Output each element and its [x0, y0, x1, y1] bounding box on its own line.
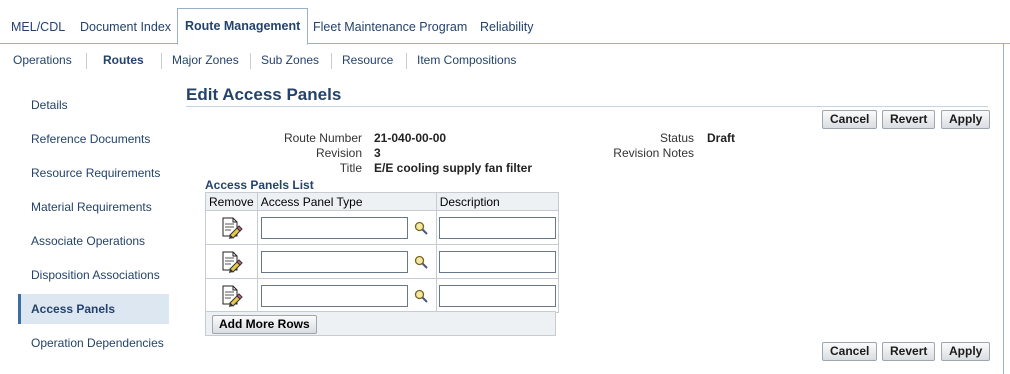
subtab-operations[interactable]: Operations	[13, 53, 72, 67]
tab-reliability[interactable]: Reliability	[474, 10, 540, 44]
subtab-resource[interactable]: Resource	[342, 53, 393, 67]
apply-button-bottom[interactable]: Apply	[941, 342, 991, 361]
access-panels-table: Remove Access Panel Type Description	[205, 192, 559, 313]
top-tab-bar: MEL/CDL Document Index Route Management …	[0, 0, 1010, 45]
app-frame: MEL/CDL Document Index Route Management …	[0, 0, 1010, 374]
subtab-separator	[86, 53, 87, 69]
table-row	[205, 244, 559, 279]
subtab-separator	[331, 53, 332, 69]
status-value: Draft	[707, 131, 736, 145]
subtab-routes[interactable]: Routes	[103, 53, 144, 67]
subtab-item-compositions[interactable]: Item Compositions	[417, 53, 516, 67]
sidenav-item-access-panels[interactable]: Access Panels	[18, 294, 169, 324]
search-lens-icon[interactable]	[414, 289, 428, 304]
access-panel-type-input[interactable]	[260, 216, 408, 239]
revision-notes-label: Revision Notes	[613, 146, 694, 160]
sidenav-item-operation-dependencies[interactable]: Operation Dependencies	[18, 328, 169, 358]
route-number-label: Route Number	[283, 131, 362, 145]
search-lens-icon[interactable]	[414, 255, 428, 270]
description-input[interactable]	[438, 216, 556, 239]
access-panel-type-cell	[256, 210, 437, 245]
search-lens-icon[interactable]	[414, 221, 428, 236]
table-row	[205, 278, 559, 313]
revision-value: 3	[374, 146, 381, 160]
tab-route-management[interactable]: Route Management	[177, 8, 309, 45]
remove-document-icon[interactable]	[218, 283, 244, 309]
apply-button[interactable]: Apply	[941, 110, 991, 129]
table-footer-bar: Add More Rows	[205, 311, 556, 336]
sidenav-item-associate-operations[interactable]: Associate Operations	[18, 226, 169, 256]
table-row	[205, 210, 559, 245]
add-more-rows-button[interactable]: Add More Rows	[212, 315, 317, 334]
sidenav-item-details[interactable]: Details	[18, 90, 169, 120]
remove-document-icon[interactable]	[218, 249, 244, 275]
subtab-separator	[406, 53, 407, 69]
remove-cell	[205, 278, 258, 313]
status-label: Status	[659, 131, 694, 145]
subtab-separator	[250, 53, 251, 69]
column-header-description: Description	[435, 192, 559, 211]
revert-button[interactable]: Revert	[882, 110, 936, 129]
subtab-separator	[161, 53, 162, 69]
access-panel-type-cell	[256, 244, 437, 279]
table-header-row: Remove Access Panel Type Description	[205, 192, 559, 211]
tab-document-index[interactable]: Document Index	[74, 10, 177, 44]
description-input[interactable]	[438, 284, 556, 307]
remove-cell	[205, 210, 258, 245]
access-panel-type-input[interactable]	[260, 250, 408, 273]
description-cell	[435, 210, 559, 245]
route-number-value: 21-040-00-00	[374, 131, 447, 145]
page-title: Edit Access Panels	[186, 85, 342, 104]
subtab-sub-zones[interactable]: Sub Zones	[261, 53, 319, 67]
cancel-button[interactable]: Cancel	[822, 110, 878, 129]
tab-mel-cdl[interactable]: MEL/CDL	[5, 10, 71, 44]
sidenav-item-reference-documents[interactable]: Reference Documents	[18, 124, 169, 154]
revert-button-bottom[interactable]: Revert	[882, 342, 936, 361]
subtab-major-zones[interactable]: Major Zones	[172, 53, 239, 67]
access-panel-type-cell	[256, 278, 437, 313]
sidenav-item-resource-requirements[interactable]: Resource Requirements	[18, 158, 169, 188]
column-header-access-panel-type: Access Panel Type	[256, 192, 437, 211]
title-label: Title	[339, 161, 362, 175]
sidenav-item-material-requirements[interactable]: Material Requirements	[18, 192, 169, 222]
title-divider	[186, 106, 988, 107]
sub-tab-bar: Operations Routes Major Zones Sub Zones …	[0, 44, 1010, 77]
title-value: E/E cooling supply fan filter	[374, 161, 533, 175]
access-panel-type-input[interactable]	[260, 284, 408, 307]
content-border	[1003, 44, 1004, 374]
description-input[interactable]	[438, 250, 556, 273]
tab-fleet-maintenance-program[interactable]: Fleet Maintenance Program	[307, 10, 473, 44]
description-cell	[435, 278, 559, 313]
access-panels-list-title: Access Panels List	[205, 178, 314, 192]
revision-label: Revision	[315, 146, 362, 160]
description-cell	[435, 244, 559, 279]
remove-document-icon[interactable]	[218, 215, 244, 241]
remove-cell	[205, 244, 258, 279]
cancel-button-bottom[interactable]: Cancel	[822, 342, 878, 361]
sidenav-item-disposition-associations[interactable]: Disposition Associations	[18, 260, 169, 290]
column-header-remove: Remove	[205, 192, 258, 211]
